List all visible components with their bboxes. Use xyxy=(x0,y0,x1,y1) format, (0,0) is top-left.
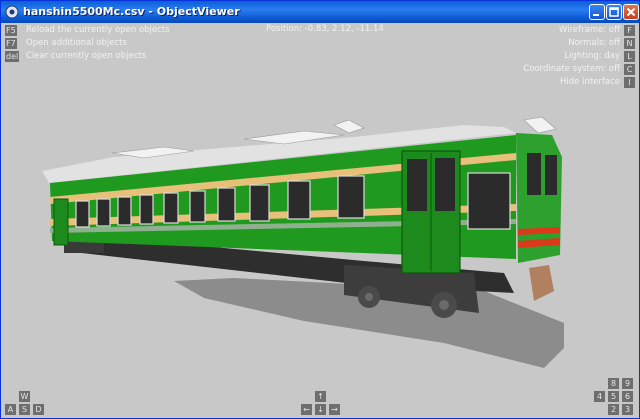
maximize-button[interactable] xyxy=(606,4,622,20)
move-left-key[interactable]: A xyxy=(5,404,16,415)
door-window-right xyxy=(435,158,455,211)
door-window-left xyxy=(407,159,427,211)
close-icon xyxy=(626,7,636,17)
numpad-6-key[interactable]: 6 xyxy=(622,391,633,402)
rear-door xyxy=(53,198,69,246)
front-window-right xyxy=(545,155,557,195)
lighting-label: Lighting: day xyxy=(564,51,620,61)
app-icon xyxy=(5,5,19,19)
train-model-render xyxy=(42,116,564,368)
close-button[interactable] xyxy=(623,4,639,20)
numpad-9-key[interactable]: 9 xyxy=(622,378,633,389)
coupler xyxy=(529,265,554,301)
object-viewer-window: hanshin5500Mc.csv - ObjectViewer F5 Relo… xyxy=(0,0,640,419)
open-additional-label: Open additional objects xyxy=(26,38,127,48)
large-side-window xyxy=(467,172,511,230)
camera-position-readout: Position: -0.83, 2.12, -11.14 xyxy=(266,24,384,34)
lighting-key[interactable]: L xyxy=(624,51,635,62)
window-title: hanshin5500Mc.csv - ObjectViewer xyxy=(23,5,240,18)
3d-viewport[interactable]: F5 Reload the currently open objects F7 … xyxy=(4,23,636,416)
minimize-icon xyxy=(593,14,599,16)
title-bar[interactable]: hanshin5500Mc.csv - ObjectViewer xyxy=(1,1,639,23)
numpad-2-key[interactable]: 2 xyxy=(608,404,619,415)
move-back-key[interactable]: S xyxy=(19,404,30,415)
reload-key[interactable]: F5 xyxy=(5,25,17,36)
hide-interface-key[interactable]: I xyxy=(624,77,635,88)
arrow-right-key[interactable]: → xyxy=(329,404,340,415)
numpad-8-key[interactable]: 8 xyxy=(608,378,619,389)
arrow-down-key[interactable]: ↓ xyxy=(315,404,326,415)
arrow-left-key[interactable]: ← xyxy=(301,404,312,415)
roof-ventilator-3 xyxy=(333,119,365,134)
numpad-4-key[interactable]: 4 xyxy=(594,391,605,402)
reload-label: Reload the currently open objects xyxy=(26,25,170,35)
clear-label: Clear currently open objects xyxy=(26,51,147,61)
wireframe-label: Wireframe: off xyxy=(559,25,620,35)
numpad-3-key[interactable]: 3 xyxy=(622,404,633,415)
wheel-front-2-hub xyxy=(439,300,449,310)
wireframe-key[interactable]: F xyxy=(624,25,635,36)
minimize-button[interactable] xyxy=(589,4,605,20)
move-forward-key[interactable]: W xyxy=(19,391,30,402)
front-window-left xyxy=(527,153,541,195)
numpad-5-key[interactable]: 5 xyxy=(608,391,619,402)
arrow-up-key[interactable]: ↑ xyxy=(315,391,326,402)
normals-label: Normals: off xyxy=(568,38,620,48)
normals-key[interactable]: N xyxy=(624,38,635,49)
coordinate-system-key[interactable]: C xyxy=(624,64,635,75)
roof-ventilator-4 xyxy=(523,116,557,134)
move-right-key[interactable]: D xyxy=(33,404,44,415)
hide-interface-label: Hide interface xyxy=(560,77,620,87)
open-additional-key[interactable]: F7 xyxy=(5,38,17,49)
maximize-icon xyxy=(609,7,619,17)
coordinate-system-label: Coordinate system: off xyxy=(523,64,620,74)
wheel-front-1-hub xyxy=(365,293,373,301)
clear-key[interactable]: del xyxy=(5,51,20,62)
